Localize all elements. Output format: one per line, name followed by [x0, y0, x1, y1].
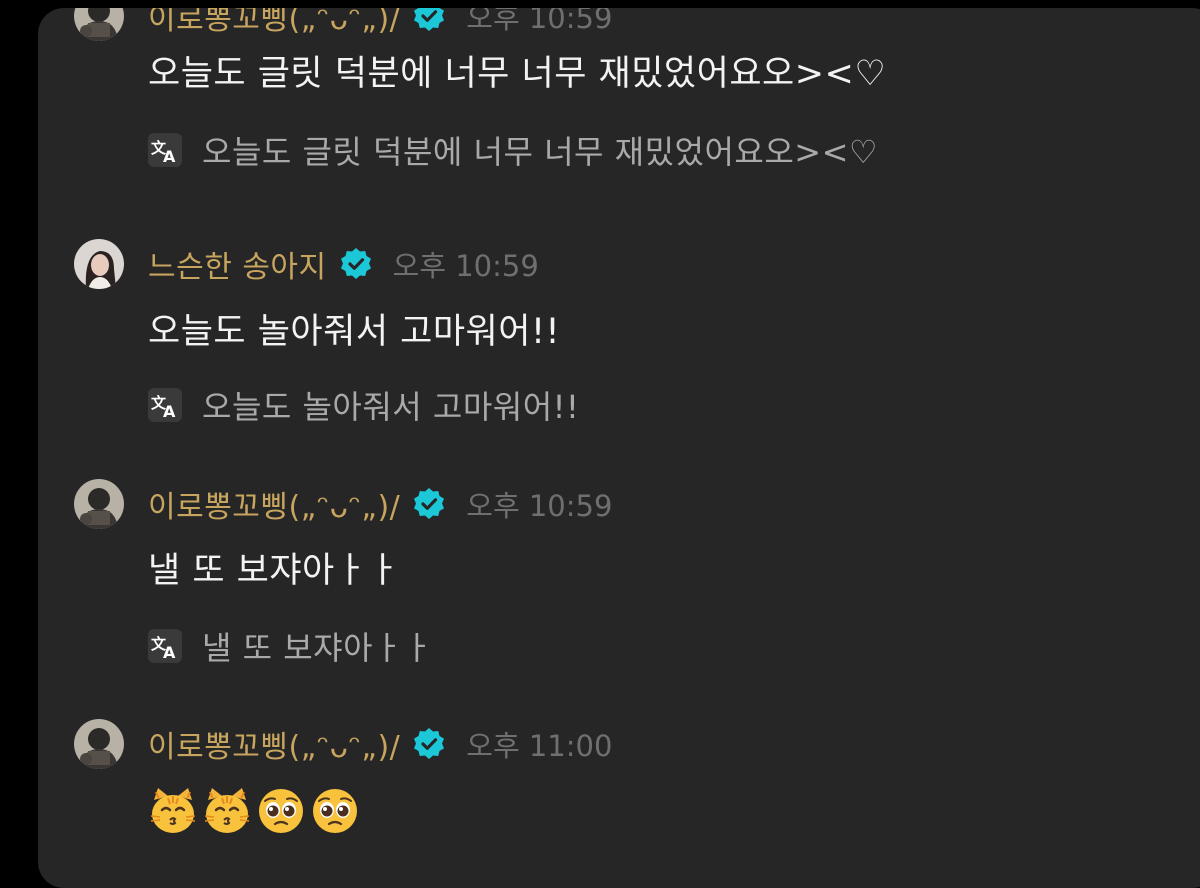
translation-row: 오늘도 놀아줘서 고마워어!! — [148, 385, 580, 426]
translate-icon[interactable] — [148, 388, 182, 422]
sender-name[interactable]: 이로뽕꼬삥(„ᵔᴗᵔ„)/ — [148, 8, 400, 38]
verified-badge-icon — [412, 727, 446, 761]
verified-badge-icon — [412, 487, 446, 521]
verified-badge-icon — [412, 8, 446, 33]
emoji-message[interactable] — [148, 786, 360, 836]
sender-name[interactable]: 느슨한 송아지 — [148, 242, 327, 286]
message-header: 이로뽕꼬삥(„ᵔᴗᵔ„)/ 오후 10:59 — [74, 8, 612, 42]
kissing-cat-emoji — [148, 786, 198, 836]
translate-icon[interactable] — [148, 629, 182, 663]
pleading-face-emoji — [256, 786, 306, 836]
message-text[interactable]: 오늘도 놀아줘서 고마워어!! — [148, 303, 560, 354]
translate-icon[interactable] — [148, 133, 182, 167]
sender-avatar[interactable] — [74, 719, 124, 769]
message-time: 오후 10:59 — [392, 249, 539, 283]
message-time: 오후 10:59 — [466, 8, 613, 35]
translation-text: 오늘도 놀아줘서 고마워어!! — [202, 388, 580, 426]
translation-text: 낼 또 보쟈아ㅏㅏ — [202, 629, 433, 667]
translation-text: 오늘도 글릿 덕분에 너무 너무 재밌었어요오><♡ — [202, 133, 879, 171]
sender-name[interactable]: 이로뽕꼬삥(„ᵔᴗᵔ„)/ — [148, 482, 400, 526]
sender-name[interactable]: 이로뽕꼬삥(„ᵔᴗᵔ„)/ — [148, 722, 400, 766]
message-header: 느슨한 송아지 오후 10:59 — [74, 238, 539, 290]
pleading-face-emoji — [310, 786, 360, 836]
message-header: 이로뽕꼬삥(„ᵔᴗᵔ„)/ 오후 10:59 — [74, 478, 612, 530]
translation-row: 낼 또 보쟈아ㅏㅏ — [148, 626, 433, 667]
message-text[interactable]: 오늘도 글릿 덕분에 너무 너무 재밌었어요오><♡ — [148, 45, 886, 96]
message-header: 이로뽕꼬삥(„ᵔᴗᵔ„)/ 오후 11:00 — [74, 718, 612, 770]
message-time: 오후 11:00 — [466, 729, 613, 763]
translation-row: 오늘도 글릿 덕분에 너무 너무 재밌었어요오><♡ — [148, 130, 879, 171]
chat-panel: 이로뽕꼬삥(„ᵔᴗᵔ„)/ 오후 10:59 오늘도 글릿 덕분에 너무 너무 … — [38, 8, 1200, 888]
verified-badge-icon — [339, 247, 373, 281]
sender-avatar[interactable] — [74, 479, 124, 529]
message-text[interactable]: 낼 또 보쟈아ㅏㅏ — [148, 542, 400, 593]
sender-avatar[interactable] — [74, 239, 124, 289]
kissing-cat-emoji — [202, 786, 252, 836]
message-time: 오후 10:59 — [466, 489, 613, 523]
sender-avatar[interactable] — [74, 8, 124, 41]
